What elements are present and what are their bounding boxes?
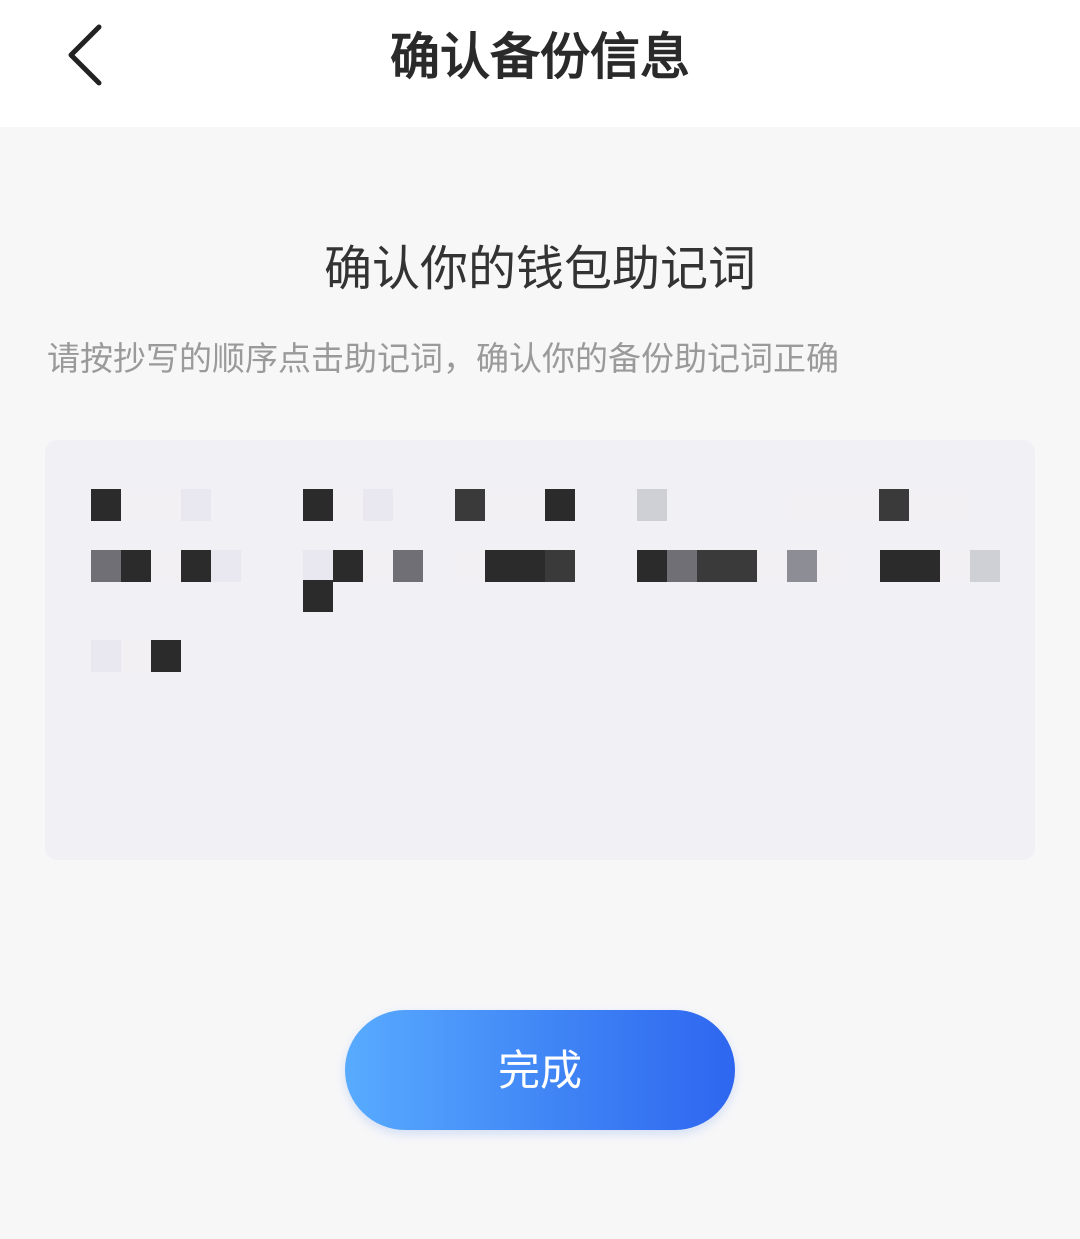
- obscured-pixel: [757, 550, 787, 582]
- obscured-pixel: [939, 489, 969, 521]
- obscured-pixel: [819, 489, 849, 521]
- mnemonic-word-grid: [45, 440, 1035, 860]
- obscured-pixel: [363, 550, 393, 582]
- obscured-pixel: [181, 489, 211, 521]
- mnemonic-word-chip[interactable]: [303, 489, 393, 521]
- obscured-pixel: [910, 550, 940, 582]
- obscured-pixel: [121, 640, 151, 672]
- obscured-pixel: [789, 489, 819, 521]
- obscured-pixel: [333, 550, 363, 582]
- instruction-text: 请按抄写的顺序点击助记词，确认你的备份助记词正确: [47, 339, 839, 378]
- mnemonic-word-chip[interactable]: [789, 489, 969, 521]
- mnemonic-word-area: [45, 440, 1035, 860]
- obscured-pixel: [545, 550, 575, 582]
- obscured-pixel: [91, 640, 121, 672]
- obscured-pixel: [303, 550, 333, 582]
- obscured-pixel: [787, 550, 817, 582]
- mnemonic-word-chip[interactable]: [455, 489, 575, 521]
- obscured-pixel: [515, 550, 545, 582]
- obscured-pixel: [697, 550, 727, 582]
- obscured-pixel: [151, 550, 181, 582]
- mnemonic-word-chip[interactable]: [303, 580, 333, 612]
- mnemonic-word-chip[interactable]: [91, 640, 181, 672]
- obscured-pixel: [940, 550, 970, 582]
- obscured-pixel: [393, 550, 423, 582]
- mnemonic-word-chip[interactable]: [303, 550, 423, 582]
- obscured-pixel: [363, 489, 393, 521]
- obscured-pixel: [637, 489, 667, 521]
- section-title: 确认你的钱包助记词: [323, 241, 756, 297]
- obscured-pixel: [91, 489, 121, 521]
- obscured-pixel: [151, 489, 181, 521]
- obscured-pixel: [181, 550, 211, 582]
- obscured-pixel: [121, 489, 151, 521]
- mnemonic-word-chip[interactable]: [455, 550, 575, 582]
- obscured-pixel: [515, 489, 545, 521]
- obscured-pixel: [880, 550, 910, 582]
- obscured-pixel: [333, 489, 363, 521]
- obscured-pixel: [545, 489, 575, 521]
- obscured-pixel: [849, 489, 879, 521]
- obscured-pixel: [151, 640, 181, 672]
- obscured-pixel: [121, 550, 151, 582]
- obscured-pixel: [667, 550, 697, 582]
- mnemonic-word-chip[interactable]: [637, 489, 667, 521]
- obscured-pixel: [455, 489, 485, 521]
- obscured-pixel: [637, 550, 667, 582]
- page-title: 确认备份信息: [390, 28, 690, 86]
- navigation-bar: 确认备份信息: [0, 0, 1080, 127]
- obscured-pixel: [91, 550, 121, 582]
- obscured-pixel: [879, 489, 909, 521]
- obscured-pixel: [211, 550, 241, 582]
- mnemonic-word-chip[interactable]: [91, 489, 211, 521]
- mnemonic-word-chip[interactable]: [880, 550, 1000, 582]
- mnemonic-word-chip[interactable]: [91, 550, 241, 582]
- obscured-pixel: [303, 489, 333, 521]
- obscured-pixel: [909, 489, 939, 521]
- done-button[interactable]: 完成: [345, 1010, 735, 1130]
- obscured-pixel: [455, 550, 485, 582]
- obscured-pixel: [970, 550, 1000, 582]
- obscured-pixel: [485, 489, 515, 521]
- obscured-pixel: [727, 550, 757, 582]
- obscured-pixel: [485, 550, 515, 582]
- mnemonic-word-chip[interactable]: [637, 550, 847, 582]
- obscured-pixel: [817, 550, 847, 582]
- confirm-backup-page: 确认备份信息 确认你的钱包助记词 请按抄写的顺序点击助记词，确认你的备份助记词正…: [0, 0, 1080, 1239]
- obscured-pixel: [303, 580, 333, 612]
